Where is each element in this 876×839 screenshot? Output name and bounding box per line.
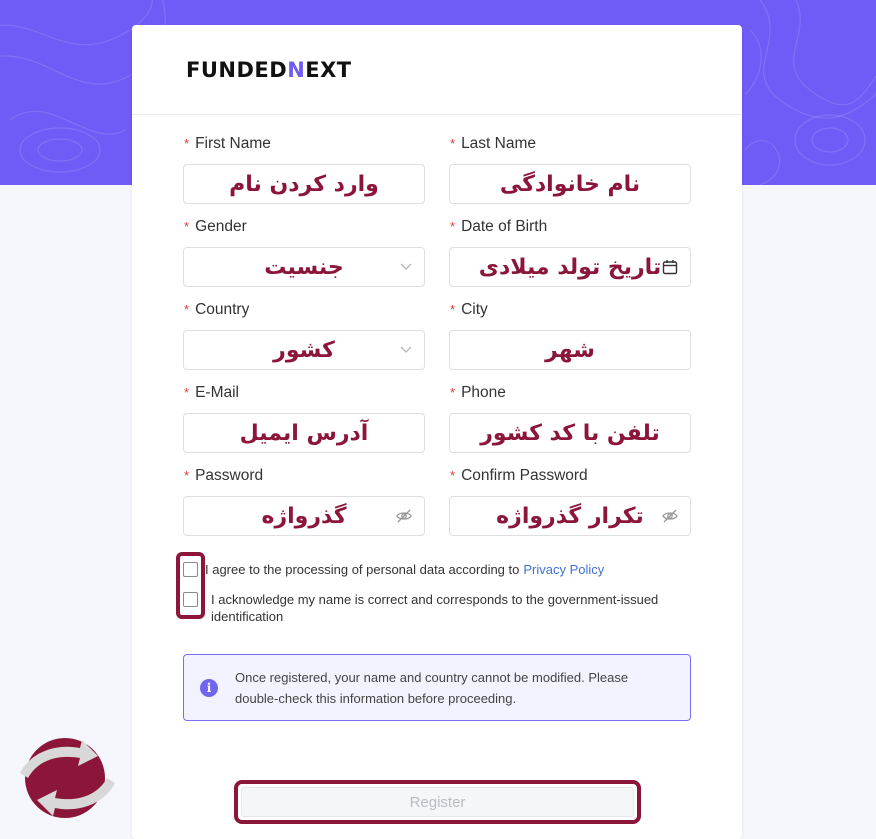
phone-input[interactable]: تلفن با کد کشور bbox=[449, 413, 691, 453]
identity-consent-text: I acknowledge my name is correct and cor… bbox=[211, 592, 659, 624]
country-select[interactable]: کشور bbox=[183, 330, 425, 370]
required-mark: * bbox=[450, 219, 456, 234]
country-field: * Country کشور bbox=[183, 299, 425, 382]
form-row-name: * First Name وارد کردن نام * Last Name نام… bbox=[183, 133, 691, 216]
gender-label-text: Gender bbox=[195, 218, 247, 235]
form-row-email-phone: * E-Mail آدرس ایمیل * Phone تلفن با کد کشو… bbox=[183, 382, 691, 465]
eye-off-icon[interactable] bbox=[662, 509, 678, 523]
registration-form: * First Name وارد کردن نام * Last Name نام… bbox=[183, 133, 691, 548]
date-of-birth-label: * Date of Birth bbox=[449, 216, 691, 238]
required-mark: * bbox=[450, 385, 456, 400]
required-mark: * bbox=[450, 136, 456, 151]
password-label: * Password bbox=[183, 465, 425, 487]
city-label: * City bbox=[449, 299, 691, 321]
last-name-label-text: Last Name bbox=[461, 135, 537, 152]
privacy-consent-checkbox[interactable] bbox=[183, 562, 198, 577]
form-row-country-city: * Country کشور * City شهر bbox=[183, 299, 691, 382]
last-name-field: * Last Name نام خانوادگی bbox=[449, 133, 691, 216]
site-logo-watermark bbox=[10, 728, 125, 828]
fundednext-logo: FUNDED N EXT bbox=[186, 58, 352, 82]
privacy-policy-link[interactable]: Privacy Policy bbox=[523, 561, 604, 578]
confirm-password-input[interactable]: تکرار گذرواژه bbox=[449, 496, 691, 536]
first-name-input[interactable]: وارد کردن نام bbox=[183, 164, 425, 204]
identity-consent-checkbox[interactable] bbox=[183, 592, 198, 607]
email-field: * E-Mail آدرس ایمیل bbox=[183, 382, 425, 465]
confirm-password-field: * Confirm Password تکرار گذرواژه bbox=[449, 465, 691, 548]
privacy-consent-text: I agree to the processing of personal da… bbox=[205, 562, 520, 577]
email-placeholder: آدرس ایمیل bbox=[239, 420, 369, 446]
required-mark: * bbox=[184, 219, 190, 234]
info-icon: i bbox=[200, 678, 218, 697]
email-label: * E-Mail bbox=[183, 382, 425, 404]
phone-label-text: Phone bbox=[461, 384, 506, 401]
phone-label: * Phone bbox=[449, 382, 691, 404]
required-mark: * bbox=[184, 468, 190, 483]
last-name-placeholder: نام خانوادگی bbox=[499, 171, 641, 197]
logo-prefix: FUNDED bbox=[186, 57, 288, 82]
city-input[interactable]: شهر bbox=[449, 330, 691, 370]
calendar-icon[interactable] bbox=[662, 259, 678, 275]
identity-consent-row: I acknowledge my name is correct and cor… bbox=[183, 591, 683, 625]
password-field: * Password گذرواژه bbox=[183, 465, 425, 548]
required-mark: * bbox=[184, 136, 190, 151]
register-highlight-frame: Register bbox=[234, 780, 641, 824]
confirm-password-label-text: Confirm Password bbox=[461, 467, 588, 484]
gender-field: * Gender جنسیت bbox=[183, 216, 425, 299]
phone-field: * Phone تلفن با کد کشور bbox=[449, 382, 691, 465]
email-input[interactable]: آدرس ایمیل bbox=[183, 413, 425, 453]
date-of-birth-placeholder: تاریخ تولد میلادی bbox=[478, 254, 662, 280]
first-name-placeholder: وارد کردن نام bbox=[229, 171, 379, 197]
confirm-password-placeholder: تکرار گذرواژه bbox=[496, 503, 644, 529]
phone-placeholder: تلفن با کد کشور bbox=[480, 420, 660, 446]
registration-card: FUNDED N EXT * First Name وارد کردن نام * La… bbox=[132, 25, 742, 839]
country-label-text: Country bbox=[195, 301, 250, 318]
form-row-gender-dob: * Gender جنسیت * Date of Birth تاریخ تولد … bbox=[183, 216, 691, 299]
chevron-down-icon bbox=[400, 263, 412, 271]
city-field: * City شهر bbox=[449, 299, 691, 382]
email-label-text: E-Mail bbox=[195, 384, 239, 401]
logo-suffix: EXT bbox=[305, 57, 352, 82]
eye-off-icon[interactable] bbox=[396, 509, 412, 523]
register-button[interactable]: Register bbox=[241, 787, 634, 817]
chevron-down-icon bbox=[400, 346, 412, 354]
first-name-label: * First Name bbox=[183, 133, 425, 155]
date-of-birth-field: * Date of Birth تاریخ تولد میلادی bbox=[449, 216, 691, 299]
confirm-password-label: * Confirm Password bbox=[449, 465, 691, 487]
city-label-text: City bbox=[461, 301, 488, 318]
country-label: * Country bbox=[183, 299, 425, 321]
form-row-passwords: * Password گذرواژه * Confirm Password تکرا… bbox=[183, 465, 691, 548]
required-mark: * bbox=[450, 468, 456, 483]
required-mark: * bbox=[184, 302, 190, 317]
date-of-birth-label-text: Date of Birth bbox=[461, 218, 548, 235]
password-label-text: Password bbox=[195, 467, 264, 484]
country-placeholder: کشور bbox=[273, 337, 335, 363]
notice-text: Once registered, your name and country c… bbox=[235, 669, 629, 706]
info-notice: i Once registered, your name and country… bbox=[183, 654, 691, 721]
city-placeholder: شهر bbox=[545, 337, 595, 363]
last-name-input[interactable]: نام خانوادگی bbox=[449, 164, 691, 204]
gender-select[interactable]: جنسیت bbox=[183, 247, 425, 287]
date-of-birth-input[interactable]: تاریخ تولد میلادی bbox=[449, 247, 691, 287]
card-header: FUNDED N EXT bbox=[132, 25, 742, 115]
privacy-consent-row: I agree to the processing of personal da… bbox=[183, 561, 604, 578]
gender-label: * Gender bbox=[183, 216, 425, 238]
password-placeholder: گذرواژه bbox=[261, 503, 347, 529]
logo-accent: N bbox=[287, 57, 306, 82]
password-input[interactable]: گذرواژه bbox=[183, 496, 425, 536]
first-name-label-text: First Name bbox=[195, 135, 271, 152]
gender-placeholder: جنسیت bbox=[264, 254, 344, 280]
last-name-label: * Last Name bbox=[449, 133, 691, 155]
required-mark: * bbox=[450, 302, 456, 317]
first-name-field: * First Name وارد کردن نام bbox=[183, 133, 425, 216]
required-mark: * bbox=[184, 385, 190, 400]
